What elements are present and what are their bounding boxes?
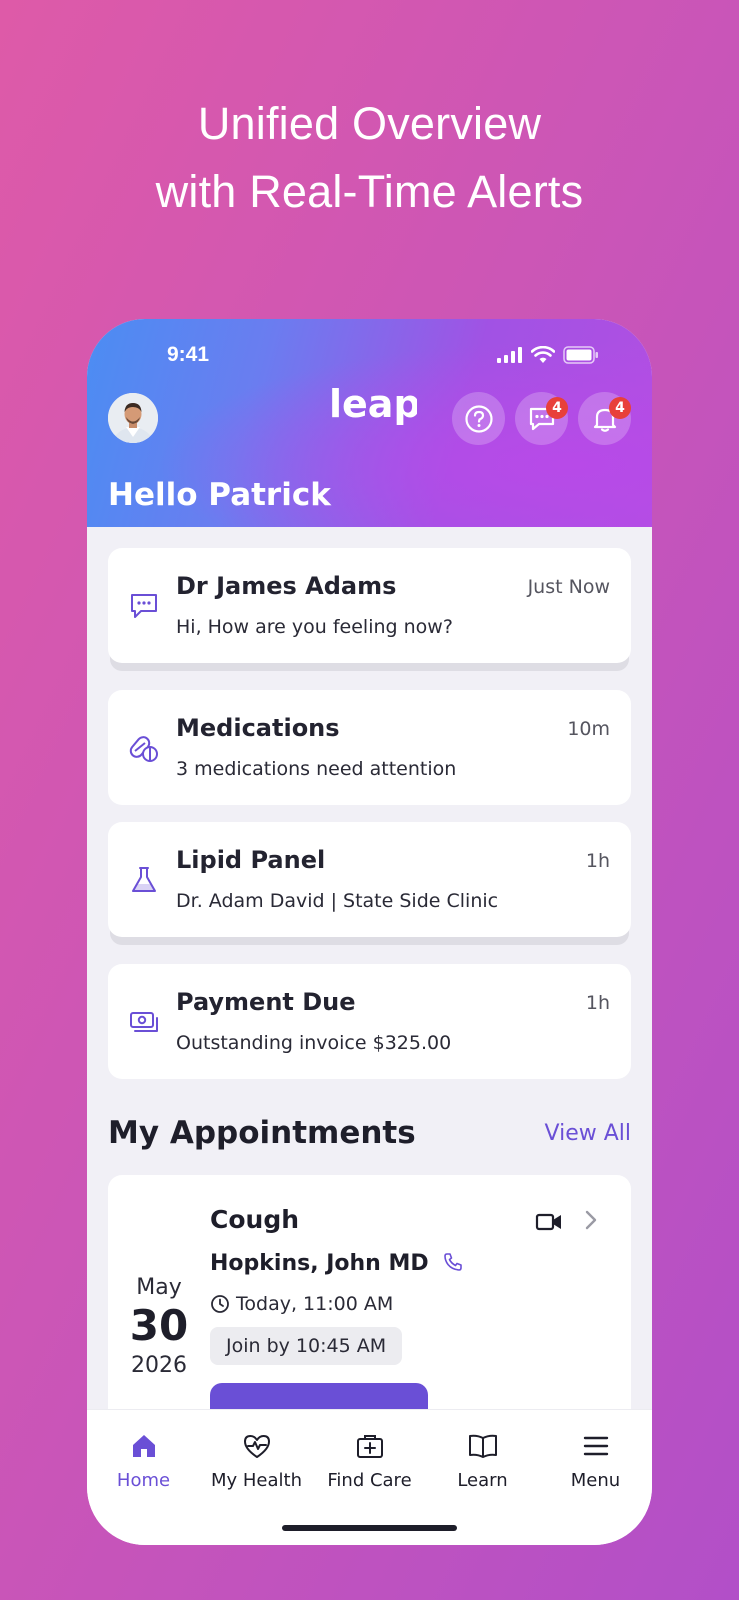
- alert-title: Payment Due: [176, 988, 356, 1016]
- tab-my-health[interactable]: My Health: [200, 1430, 313, 1491]
- join-by-chip: Join by 10:45 AM: [210, 1327, 403, 1365]
- home-indicator: [282, 1525, 457, 1531]
- pills-icon: [129, 736, 158, 762]
- leap-logo: leap: [329, 385, 417, 426]
- view-all-link[interactable]: View All: [545, 1121, 631, 1146]
- signal-icon: [497, 347, 522, 363]
- notifications-badge: 4: [609, 397, 631, 419]
- chevron-right-icon[interactable]: [583, 1208, 599, 1232]
- tab-label: Find Care: [327, 1470, 412, 1491]
- clock-icon: [211, 1295, 229, 1313]
- alert-time: 10m: [567, 718, 610, 740]
- tab-label: Learn: [457, 1470, 508, 1491]
- tab-learn[interactable]: Learn: [426, 1430, 539, 1491]
- flask-icon: [132, 867, 156, 892]
- tab-label: Home: [116, 1470, 171, 1491]
- phone-icon[interactable]: [442, 1251, 464, 1273]
- alert-title: Medications: [176, 714, 340, 742]
- alert-card-lab[interactable]: Lipid Panel Dr. Adam David | State Side …: [108, 822, 631, 937]
- alert-card-message[interactable]: Dr James Adams Hi, How are you feeling n…: [108, 548, 631, 663]
- wifi-icon: [531, 346, 555, 363]
- alert-subtitle: Outstanding invoice $325.00: [176, 1032, 452, 1054]
- messages-button[interactable]: 4: [515, 392, 568, 445]
- phone-screen: 9:41 leap 4 4 Hello Patrick Dr James Ada…: [87, 319, 652, 1545]
- status-icons: [497, 345, 599, 365]
- heart-pulse-icon: [243, 1435, 270, 1458]
- tab-label: My Health: [210, 1470, 302, 1491]
- alert-time: Just Now: [527, 576, 610, 598]
- profile-photo: [108, 393, 158, 443]
- battery-icon: [563, 346, 598, 364]
- medical-bag-icon: [356, 1435, 383, 1458]
- appointment-time: Today, 11:00 AM: [236, 1293, 394, 1315]
- alert-time: 1h: [585, 850, 610, 872]
- appointment-card[interactable]: May 30 2026 Cough Hopkins, John MD Today…: [108, 1175, 631, 1415]
- avatar[interactable]: [108, 393, 158, 443]
- tab-find-care[interactable]: Find Care: [313, 1430, 426, 1491]
- headline-line-2: with Real-Time Alerts: [155, 166, 584, 217]
- help-button[interactable]: [452, 392, 505, 445]
- appointment-year: 2026: [131, 1353, 187, 1378]
- greeting: Hello Patrick: [108, 477, 331, 513]
- menu-icon: [583, 1436, 608, 1456]
- alert-subtitle: Dr. Adam David | State Side Clinic: [176, 890, 499, 912]
- messages-badge: 4: [546, 397, 568, 419]
- app-header: 9:41 leap 4 4 Hello Patrick: [87, 319, 652, 527]
- home-icon: [132, 1435, 155, 1457]
- help-icon: [464, 404, 493, 433]
- alert-card-payment[interactable]: Payment Due Outstanding invoice $325.00 …: [108, 964, 631, 1079]
- tab-home[interactable]: Home: [87, 1430, 200, 1491]
- appointment-title: Cough: [210, 1205, 300, 1234]
- chat-icon: [131, 594, 157, 618]
- alert-subtitle: Hi, How are you feeling now?: [176, 616, 453, 638]
- notifications-button[interactable]: 4: [578, 392, 631, 445]
- video-camera-icon[interactable]: [535, 1211, 563, 1233]
- cash-icon: [130, 1012, 158, 1032]
- doctor-name: Hopkins, John MD: [210, 1251, 429, 1276]
- alert-title: Lipid Panel: [176, 846, 326, 874]
- tab-label: Menu: [570, 1470, 621, 1491]
- alert-title: Dr James Adams: [176, 572, 397, 600]
- svg-text:leap: leap: [329, 385, 417, 426]
- status-time: 9:41: [167, 343, 210, 366]
- headline-line-1: Unified Overview: [197, 98, 542, 149]
- tab-menu[interactable]: Menu: [539, 1430, 652, 1491]
- marketing-headline: Unified Overview with Real-Time Alerts: [0, 90, 739, 226]
- appointment-time-row: Today, 11:00 AM: [210, 1293, 393, 1315]
- appointments-title: My Appointments: [108, 1115, 416, 1151]
- appointment-doctor: Hopkins, John MD: [210, 1251, 464, 1276]
- alert-subtitle: 3 medications need attention: [176, 758, 457, 780]
- book-icon: [468, 1434, 497, 1458]
- alert-card-medications[interactable]: Medications 3 medications need attention…: [108, 690, 631, 805]
- appointment-day: 30: [129, 1301, 189, 1350]
- appointment-month: May: [136, 1275, 182, 1300]
- alert-time: 1h: [585, 992, 610, 1014]
